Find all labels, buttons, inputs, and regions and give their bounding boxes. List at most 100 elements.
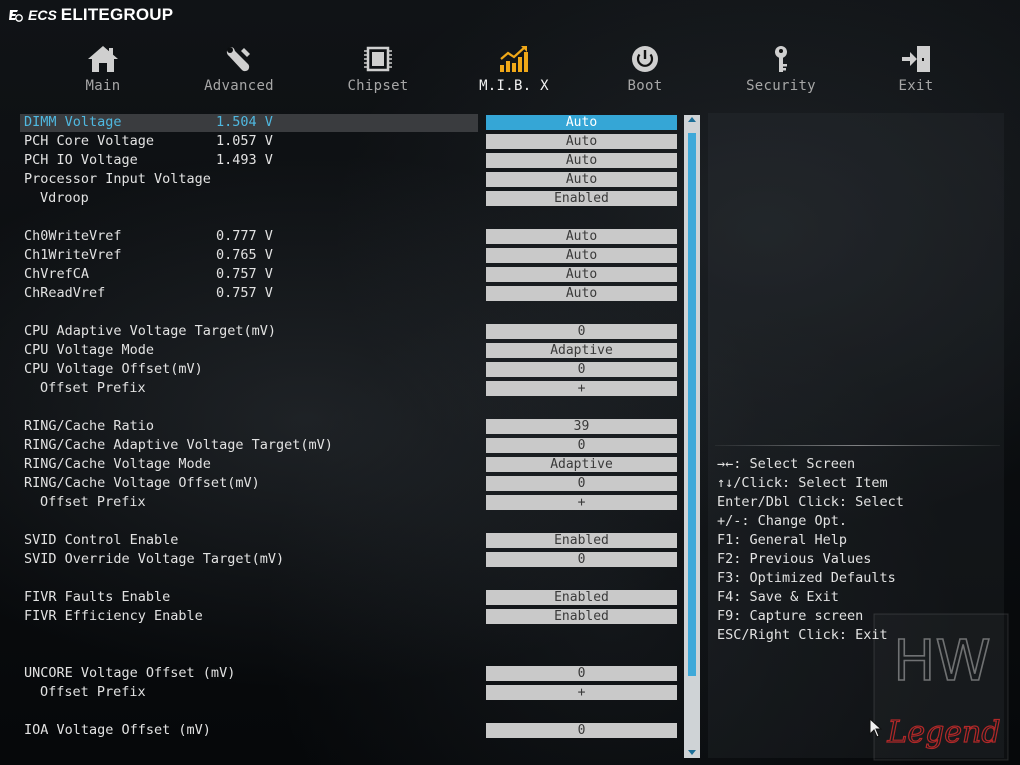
- scrollbar[interactable]: [684, 115, 700, 758]
- tab-bar: Main Advanced Chipset M.I.B. X Boot Secu…: [36, 40, 996, 100]
- setting-label: FIVR Efficiency Enable: [24, 608, 203, 624]
- setting-label: Ch1WriteVref: [24, 247, 122, 263]
- setting-label: RING/Cache Voltage Mode: [24, 456, 211, 472]
- setting-row-ring-cache-ratio[interactable]: RING/Cache Ratio 39: [20, 417, 680, 436]
- setting-row-dimm-voltage[interactable]: DIMM Voltage 1.504 V Auto: [20, 113, 680, 132]
- setting-label: FIVR Faults Enable: [24, 589, 171, 605]
- scroll-down-arrow-icon[interactable]: [688, 750, 696, 755]
- tab-exit[interactable]: Exit: [856, 40, 976, 100]
- setting-row-fivr-efficiency-enable[interactable]: FIVR Efficiency Enable Enabled: [20, 607, 680, 626]
- help-line: F4: Save & Exit: [717, 589, 839, 605]
- setting-row-uncore-voltage-offset[interactable]: UNCORE Voltage Offset (mV) 0: [20, 664, 680, 683]
- setting-row-ring-cache-adaptive-voltage-target[interactable]: RING/Cache Adaptive Voltage Target(mV) 0: [20, 436, 680, 455]
- watermark-top: HW: [893, 629, 990, 694]
- settings-panel: DIMM Voltage 1.504 V Auto PCH Core Volta…: [20, 113, 700, 758]
- setting-option[interactable]: Enabled: [486, 533, 677, 548]
- tab-security[interactable]: Security: [721, 40, 841, 100]
- setting-row-cpu-voltage-offset[interactable]: CPU Voltage Offset(mV) 0: [20, 360, 680, 379]
- tab-label: Boot: [627, 78, 663, 94]
- brand-logo: ECS: [28, 7, 57, 23]
- setting-option[interactable]: Auto: [486, 134, 677, 149]
- setting-label: RING/Cache Voltage Offset(mV): [24, 475, 260, 491]
- setting-label: Offset Prefix: [40, 494, 146, 510]
- scrollbar-thumb[interactable]: [688, 133, 696, 676]
- setting-row-vdroop[interactable]: Vdroop Enabled: [20, 189, 680, 208]
- setting-label: RING/Cache Ratio: [24, 418, 155, 434]
- help-line: F2: Previous Values: [717, 551, 872, 567]
- help-line: ↑↓/Click: Select Item: [717, 475, 888, 491]
- tab-label: Main: [85, 78, 121, 94]
- setting-row-pch-core-voltage[interactable]: PCH Core Voltage 1.057 V Auto: [20, 132, 680, 151]
- setting-option[interactable]: 0: [486, 723, 677, 738]
- setting-option[interactable]: Auto: [486, 229, 677, 244]
- setting-option[interactable]: Adaptive: [486, 457, 677, 472]
- power-icon: [632, 46, 658, 72]
- bar-chart-icon: [500, 46, 528, 72]
- setting-row-cpu-voltage-mode[interactable]: CPU Voltage Mode Adaptive: [20, 341, 680, 360]
- setting-row-svid-override-voltage-target[interactable]: SVID Override Voltage Target(mV) 0: [20, 550, 680, 569]
- setting-option[interactable]: Auto: [486, 172, 677, 187]
- setting-label: UNCORE Voltage Offset (mV): [24, 665, 236, 681]
- setting-option[interactable]: 39: [486, 419, 677, 434]
- setting-option[interactable]: +: [486, 685, 677, 700]
- setting-row-pch-io-voltage[interactable]: PCH IO Voltage 1.493 V Auto: [20, 151, 680, 170]
- setting-label: IOA Voltage Offset (mV): [24, 722, 211, 738]
- tab-label: Exit: [898, 78, 934, 94]
- setting-label: ChReadVref: [24, 285, 106, 301]
- setting-label: Ch0WriteVref: [24, 228, 122, 244]
- setting-row-uncore-offset-prefix[interactable]: Offset Prefix +: [20, 683, 680, 702]
- setting-option[interactable]: 0: [486, 476, 677, 491]
- setting-label: RING/Cache Adaptive Voltage Target(mV): [24, 437, 333, 453]
- help-line: Enter/Dbl Click: Select: [717, 494, 904, 510]
- setting-option[interactable]: +: [486, 495, 677, 510]
- setting-value: 0.765 V: [216, 247, 273, 263]
- setting-option[interactable]: 0: [486, 438, 677, 453]
- setting-option[interactable]: 0: [486, 666, 677, 681]
- setting-option[interactable]: Auto: [486, 248, 677, 263]
- setting-option[interactable]: 0: [486, 552, 677, 567]
- setting-option[interactable]: Enabled: [486, 609, 677, 624]
- setting-row-chreadvref[interactable]: ChReadVref 0.757 V Auto: [20, 284, 680, 303]
- setting-value: 0.777 V: [216, 228, 273, 244]
- setting-value: 1.493 V: [216, 152, 273, 168]
- setting-option[interactable]: Auto: [486, 115, 677, 130]
- setting-label: SVID Control Enable: [24, 532, 179, 548]
- setting-row-cpu-adaptive-voltage-target[interactable]: CPU Adaptive Voltage Target(mV) 0: [20, 322, 680, 341]
- setting-label: ChVrefCA: [24, 266, 90, 282]
- setting-option[interactable]: Auto: [486, 267, 677, 282]
- setting-option[interactable]: Adaptive: [486, 343, 677, 358]
- help-line: F3: Optimized Defaults: [717, 570, 896, 586]
- tab-advanced[interactable]: Advanced: [179, 40, 299, 100]
- setting-row-fivr-faults-enable[interactable]: FIVR Faults Enable Enabled: [20, 588, 680, 607]
- setting-row-ring-cache-voltage-mode[interactable]: RING/Cache Voltage Mode Adaptive: [20, 455, 680, 474]
- setting-option[interactable]: Enabled: [486, 191, 677, 206]
- ecs-logo-icon: [9, 10, 23, 22]
- setting-row-processor-input-voltage[interactable]: Processor Input Voltage Auto: [20, 170, 680, 189]
- tab-main[interactable]: Main: [43, 40, 163, 100]
- setting-option[interactable]: 0: [486, 324, 677, 339]
- setting-row-chvrefca[interactable]: ChVrefCA 0.757 V Auto: [20, 265, 680, 284]
- setting-row-ring-cache-voltage-offset[interactable]: RING/Cache Voltage Offset(mV) 0: [20, 474, 680, 493]
- setting-option[interactable]: +: [486, 381, 677, 396]
- key-icon: [775, 46, 787, 72]
- tab-label: Advanced: [204, 78, 274, 94]
- tab-mib-x[interactable]: M.I.B. X: [454, 40, 574, 100]
- setting-row-ch0writevref[interactable]: Ch0WriteVref 0.777 V Auto: [20, 227, 680, 246]
- setting-row-svid-control-enable[interactable]: SVID Control Enable Enabled: [20, 531, 680, 550]
- chip-icon: [364, 46, 392, 72]
- setting-label: Offset Prefix: [40, 684, 146, 700]
- setting-option[interactable]: Enabled: [486, 590, 677, 605]
- scroll-up-arrow-icon[interactable]: [688, 117, 696, 122]
- setting-option[interactable]: 0: [486, 362, 677, 377]
- tab-chipset[interactable]: Chipset: [318, 40, 438, 100]
- setting-row-ring-offset-prefix[interactable]: Offset Prefix +: [20, 493, 680, 512]
- help-line: F1: General Help: [717, 532, 848, 548]
- tab-label: Chipset: [347, 78, 409, 94]
- setting-row-ioa-voltage-offset[interactable]: IOA Voltage Offset (mV) 0: [20, 721, 680, 740]
- setting-option[interactable]: Auto: [486, 286, 677, 301]
- setting-label: Offset Prefix: [40, 380, 146, 396]
- setting-row-ch1writevref[interactable]: Ch1WriteVref 0.765 V Auto: [20, 246, 680, 265]
- setting-option[interactable]: Auto: [486, 153, 677, 168]
- tab-boot[interactable]: Boot: [585, 40, 705, 100]
- setting-row-cpu-offset-prefix[interactable]: Offset Prefix +: [20, 379, 680, 398]
